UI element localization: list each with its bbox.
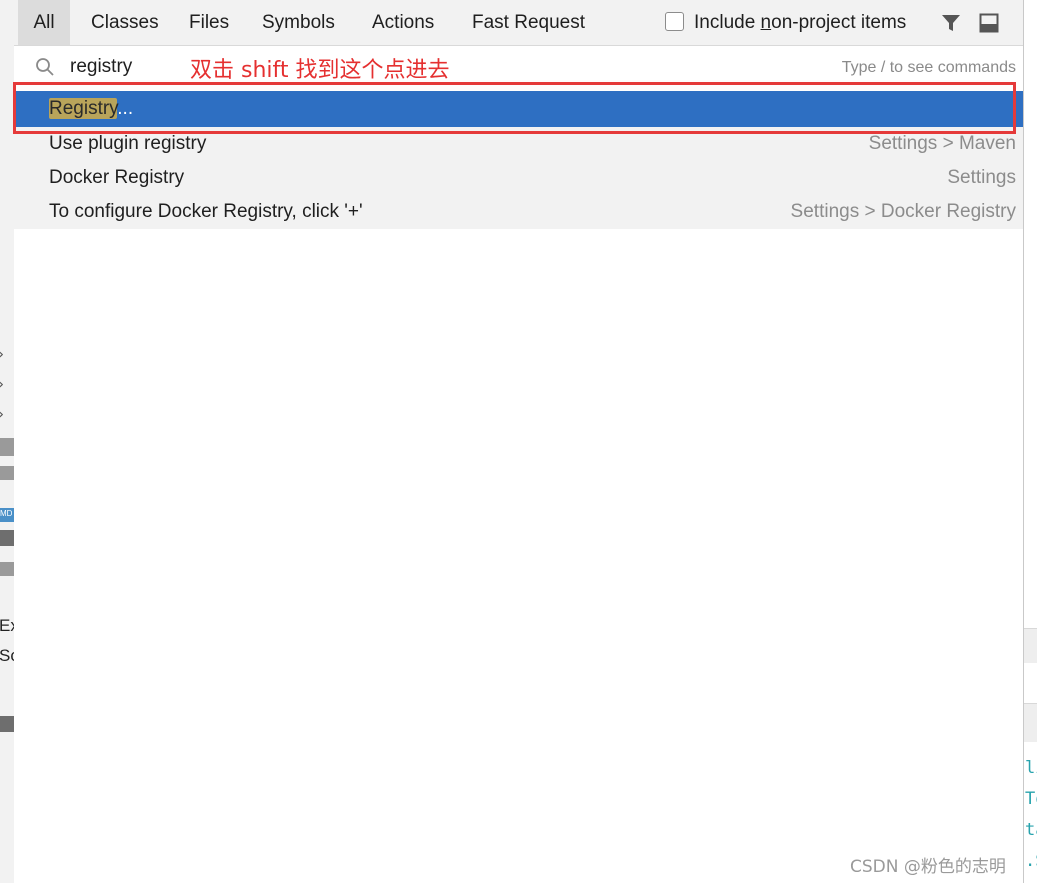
- background-left-panel: › › › MD Ex Sc: [0, 0, 15, 883]
- background-left-text: Sc: [0, 646, 14, 665]
- results-list: Registry... Use plugin registry Settings…: [14, 91, 1023, 229]
- background-left-text: Ex: [0, 616, 14, 635]
- annotation-text: 双击 shift 找到这个点进去: [190, 58, 450, 83]
- checkbox-icon[interactable]: [665, 12, 684, 31]
- chevron-right-icon: ›: [0, 375, 4, 393]
- result-name: To configure Docker Registry, click '+': [49, 201, 363, 222]
- result-docker-registry[interactable]: Docker Registry Settings: [14, 161, 1023, 195]
- filter-icon[interactable]: [940, 12, 962, 34]
- result-configure-docker-registry[interactable]: To configure Docker Registry, click '+' …: [14, 195, 1023, 229]
- match-highlight: Registry: [49, 98, 118, 119]
- chevron-right-icon: ›: [0, 405, 4, 423]
- include-label-mnemonic: n: [760, 12, 772, 33]
- tab-fast-request[interactable]: Fast Request: [456, 0, 601, 45]
- background-code-text: To: [1025, 789, 1037, 809]
- dock-panel-icon[interactable]: [978, 12, 1000, 34]
- tree-node-icon: [0, 562, 14, 576]
- result-suffix: ...: [117, 98, 134, 119]
- search-input[interactable]: [70, 52, 170, 82]
- collapse-icon: [0, 716, 14, 732]
- result-location: Settings > Docker Registry: [790, 201, 1016, 222]
- result-name: Docker Registry: [49, 167, 185, 188]
- tab-actions[interactable]: Actions: [356, 0, 450, 45]
- background-toolbar: [1024, 703, 1037, 742]
- background-toolbar: [1024, 628, 1037, 663]
- collapse-icon: [0, 530, 14, 546]
- include-non-project-checkbox[interactable]: Include non-project items: [665, 0, 906, 45]
- background-code-text: ta: [1025, 820, 1037, 840]
- tree-node-icon: [0, 466, 14, 480]
- result-name: Registry...: [49, 91, 133, 127]
- result-location: Settings > Maven: [868, 133, 1016, 154]
- include-label-suffix: on-project items: [771, 12, 907, 33]
- result-name: Use plugin registry: [49, 133, 207, 154]
- tab-classes[interactable]: Classes: [75, 0, 175, 45]
- search-icon: [36, 58, 54, 76]
- background-code-text: .S: [1025, 851, 1037, 871]
- background-code-text: li: [1025, 758, 1037, 778]
- tab-files[interactable]: Files: [173, 0, 245, 45]
- result-registry[interactable]: Registry...: [14, 91, 1023, 127]
- tree-node-icon: [0, 438, 14, 456]
- search-everywhere-popup: All Classes Files Symbols Actions Fast R…: [13, 0, 1023, 883]
- markdown-file-icon: MD: [0, 508, 14, 522]
- search-row: 双击 shift 找到这个点进去 Type / to see commands: [14, 46, 1023, 88]
- tab-all[interactable]: All: [18, 0, 70, 45]
- watermark: CSDN @粉色的志明: [850, 857, 1006, 877]
- include-label-prefix: Include: [694, 12, 761, 33]
- result-use-plugin-registry[interactable]: Use plugin registry Settings > Maven: [14, 127, 1023, 161]
- scope-tab-bar: All Classes Files Symbols Actions Fast R…: [14, 0, 1023, 46]
- search-hint: Type / to see commands: [841, 59, 1016, 76]
- result-location: Settings: [947, 167, 1016, 188]
- chevron-right-icon: ›: [0, 345, 4, 363]
- tab-symbols[interactable]: Symbols: [246, 0, 351, 45]
- background-right-panel: li To ta .S: [1023, 0, 1037, 883]
